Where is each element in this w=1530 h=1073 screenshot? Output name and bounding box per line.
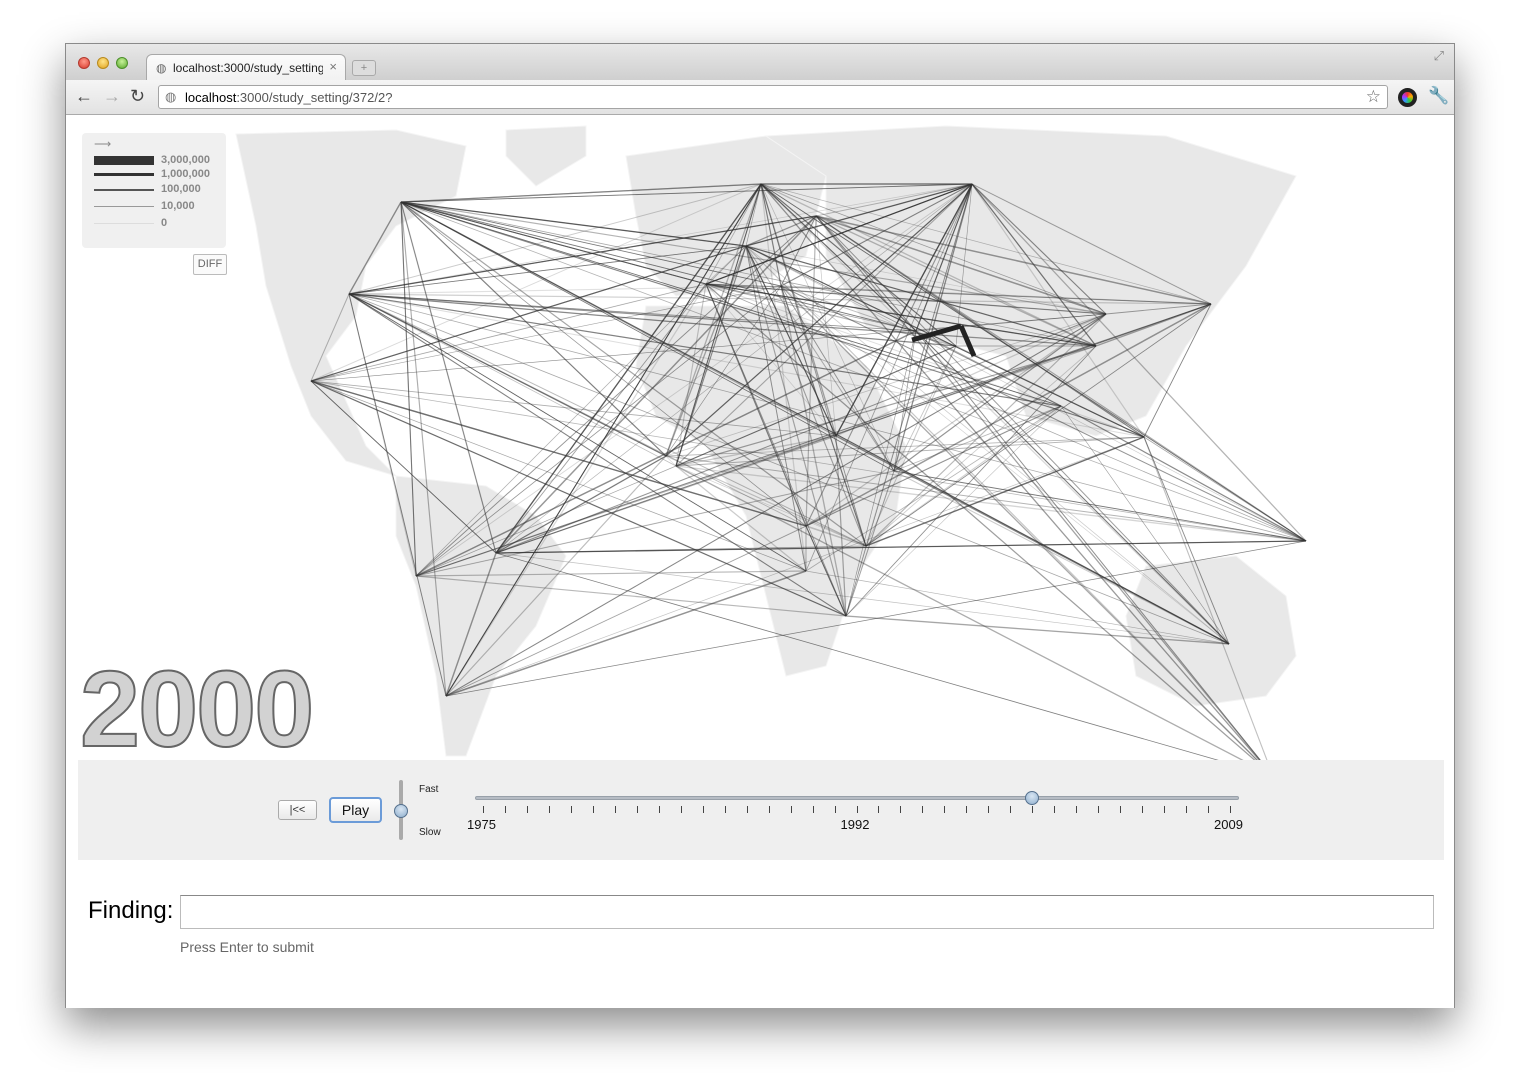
legend-line: [94, 223, 154, 224]
page-content: ⟶ 3,000,000 1,000,000 100,000 10,000 0 D…: [66, 116, 1454, 1008]
flow-line: [1060, 405, 1307, 542]
tick-label-end: 2009: [1214, 817, 1243, 832]
browser-window: ◍ localhost:3000/study_setting × + ⤢ ← →…: [65, 43, 1455, 1008]
new-tab-button[interactable]: +: [352, 60, 376, 76]
flow-line: [495, 540, 1307, 554]
back-arrow-icon[interactable]: ←: [75, 86, 93, 107]
url-text: localhost:3000/study_setting/372/2?: [185, 90, 392, 105]
year-tick: [944, 806, 946, 813]
wrench-icon[interactable]: 🔧: [1428, 86, 1449, 106]
reload-icon[interactable]: ↻: [130, 86, 145, 107]
year-tick: [1010, 806, 1012, 813]
year-tick: [856, 806, 858, 813]
year-tick: [768, 806, 770, 813]
year-tick: [900, 806, 902, 813]
playback-controls: |<< Play Fast Slow 1975 1992 2009: [78, 760, 1444, 860]
year-slider-handle[interactable]: [1025, 791, 1040, 805]
flow-line: [893, 405, 1062, 472]
migration-map[interactable]: ⟶ 3,000,000 1,000,000 100,000 10,000 0 D…: [66, 116, 1454, 770]
year-tick: [988, 806, 990, 813]
tab-close-icon[interactable]: ×: [329, 59, 337, 74]
year-tick: [746, 806, 748, 813]
year-tick: [1054, 806, 1056, 813]
arrow-right-icon: ⟶: [94, 137, 112, 151]
diff-button[interactable]: DIFF: [193, 254, 227, 275]
speed-slow-label: Slow: [419, 827, 441, 838]
legend-line: [94, 189, 154, 191]
flow-line: [893, 470, 1307, 542]
tab-strip: ◍ localhost:3000/study_setting × + ⤢: [66, 44, 1454, 81]
speed-fast-label: Fast: [419, 784, 439, 795]
url-host: localhost: [185, 90, 237, 105]
year-tick: [834, 806, 836, 813]
year-tick: [483, 806, 484, 813]
finding-help-text: Press Enter to submit: [180, 939, 314, 955]
tick-label-middle: 1992: [840, 817, 870, 832]
year-tick: [1186, 806, 1188, 813]
flow-line: [893, 470, 1230, 645]
speed-slider-handle[interactable]: [394, 804, 408, 818]
year-tick: [724, 806, 726, 813]
address-bar[interactable]: ◍ localhost:3000/study_setting/372/2? ☆: [158, 85, 1388, 109]
flow-line: [400, 201, 667, 457]
legend-panel: ⟶ 3,000,000 1,000,000 100,000 10,000 0: [82, 133, 226, 248]
browser-toolbar: ← → ↻ ◍ localhost:3000/study_setting/372…: [66, 80, 1454, 115]
year-tick: [570, 806, 572, 813]
tick-label-start: 1975: [467, 817, 496, 832]
current-year-label: 2000: [79, 647, 315, 770]
year-tick: [812, 806, 814, 813]
year-tick: [1098, 806, 1100, 813]
year-tick: [526, 806, 528, 813]
fullscreen-icon[interactable]: ⤢: [1434, 48, 1444, 64]
legend-label: 0: [161, 217, 168, 229]
close-window-button[interactable]: [78, 57, 90, 69]
year-tick: [614, 806, 616, 813]
year-tick: [790, 806, 792, 813]
finding-input[interactable]: [180, 895, 1434, 929]
finding-label: Finding:: [88, 897, 174, 924]
year-tick: [636, 806, 638, 813]
year-tick: [548, 806, 550, 813]
greenland-land: [505, 125, 587, 187]
site-info-icon[interactable]: ◍: [165, 89, 176, 105]
forward-arrow-icon[interactable]: →: [103, 86, 121, 107]
legend-label: 100,000: [161, 183, 201, 195]
year-tick: [592, 806, 594, 813]
minimize-window-button[interactable]: [97, 57, 109, 69]
year-tick: [1208, 806, 1210, 813]
browser-tab[interactable]: ◍ localhost:3000/study_setting ×: [146, 54, 346, 81]
bookmark-star-icon[interactable]: ☆: [1366, 87, 1381, 107]
year-tick: [680, 806, 682, 813]
url-path: :3000/study_setting/372/2?: [236, 90, 393, 105]
legend-label: 10,000: [161, 200, 195, 212]
tab-title: localhost:3000/study_setting: [173, 61, 323, 75]
year-tick: [1032, 806, 1034, 813]
legend-line: [94, 156, 154, 165]
year-tick: [1230, 806, 1231, 813]
year-slider-track[interactable]: [475, 796, 1239, 800]
color-extension-icon[interactable]: [1398, 88, 1417, 107]
zoom-window-button[interactable]: [116, 57, 128, 69]
reset-button[interactable]: |<<: [278, 800, 317, 820]
play-button[interactable]: Play: [329, 797, 382, 823]
australia-land: [1125, 555, 1297, 707]
legend-line: [94, 173, 154, 176]
year-tick: [922, 806, 924, 813]
legend-line: [94, 206, 154, 207]
year-tick: [966, 806, 968, 813]
legend-label: 1,000,000: [161, 168, 210, 180]
legend-label: 3,000,000: [161, 154, 210, 166]
year-tick: [1120, 806, 1122, 813]
year-tick: [1076, 806, 1078, 813]
year-tick: [1142, 806, 1144, 813]
year-tick: [702, 806, 704, 813]
year-tick: [878, 806, 880, 813]
year-tick: [1164, 806, 1166, 813]
year-tick: [504, 806, 506, 813]
globe-icon: ◍: [156, 61, 167, 75]
year-tick: [658, 806, 660, 813]
